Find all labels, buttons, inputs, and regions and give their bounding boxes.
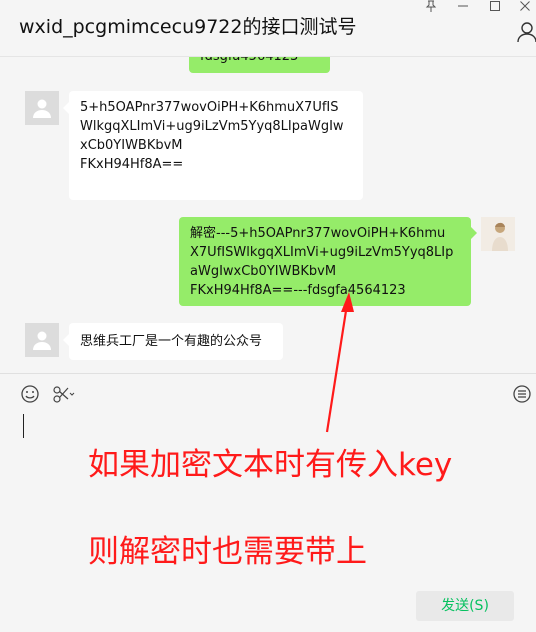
minimize-icon[interactable] (452, 0, 474, 14)
message-bubble-sent[interactable]: fdsgfa4564123 (189, 57, 330, 73)
send-button[interactable]: 发送(S) (416, 591, 514, 621)
my-avatar[interactable] (481, 217, 515, 251)
contact-avatar[interactable] (25, 323, 59, 357)
person-icon (33, 99, 51, 118)
chat-header: wxid_pcgmimcecu9722的接口测试号 (0, 0, 536, 57)
maximize-icon[interactable] (484, 0, 506, 14)
person-icon (33, 331, 51, 350)
bubble-tail (471, 227, 477, 239)
smiley-icon[interactable] (20, 384, 40, 404)
message-text: FKxH94Hf8A==---fdsgfa4564123 (190, 283, 406, 298)
message-text: fdsgfa4564123 (200, 57, 319, 66)
message-text: aWgIwxCb0YIWBKbvM (190, 264, 337, 279)
profile-photo-icon (481, 217, 515, 251)
message-bubble-received[interactable]: 思维兵工厂是一个有趣的公众号 (69, 323, 283, 360)
scissors-icon[interactable] (52, 384, 76, 404)
chat-history-icon[interactable] (512, 384, 532, 404)
pin-icon[interactable] (420, 0, 442, 14)
message-text: 5+h5OAPnr377wovOiPH+K6hmuX7UfIS (80, 100, 339, 115)
annotation-text: 则解密时也需要带上 (88, 534, 367, 570)
message-bubble-sent[interactable]: 解密---5+h5OAPnr377wovOiPH+K6hmu X7UfISWlk… (179, 217, 471, 306)
message-text: 解密---5+h5OAPnr377wovOiPH+K6hmu (190, 226, 446, 241)
close-icon[interactable] (514, 0, 536, 14)
contact-avatar[interactable] (25, 91, 59, 125)
message-input-area[interactable]: 如果加密文本时有传入key 则解密时也需要带上 发送(S) (0, 373, 536, 632)
message-text: FKxH94Hf8A== (80, 157, 184, 172)
message-text: 思维兵工厂是一个有趣的公众号 (80, 334, 263, 349)
window-title: wxid_pcgmimcecu9722的接口测试号 (19, 16, 357, 38)
person-icon[interactable] (517, 21, 536, 43)
message-text: WlkgqXLImVi+ug9iLzVm5Yyq8LIpaWgIw (80, 119, 344, 134)
message-text: xCb0YIWBKbvM (80, 138, 183, 153)
chat-message-list[interactable]: fdsgfa4564123 5+h5OAPnr377wovOiPH+K6hmuX… (0, 57, 536, 373)
message-text: X7UfISWlkgqXLImVi+ug9iLzVm5Yyq8LIp (190, 245, 454, 260)
text-cursor (23, 414, 24, 438)
message-bubble-received[interactable]: 5+h5OAPnr377wovOiPH+K6hmuX7UfIS WlkgqXLI… (69, 91, 363, 200)
annotation-text: 如果加密文本时有传入key (88, 447, 453, 483)
